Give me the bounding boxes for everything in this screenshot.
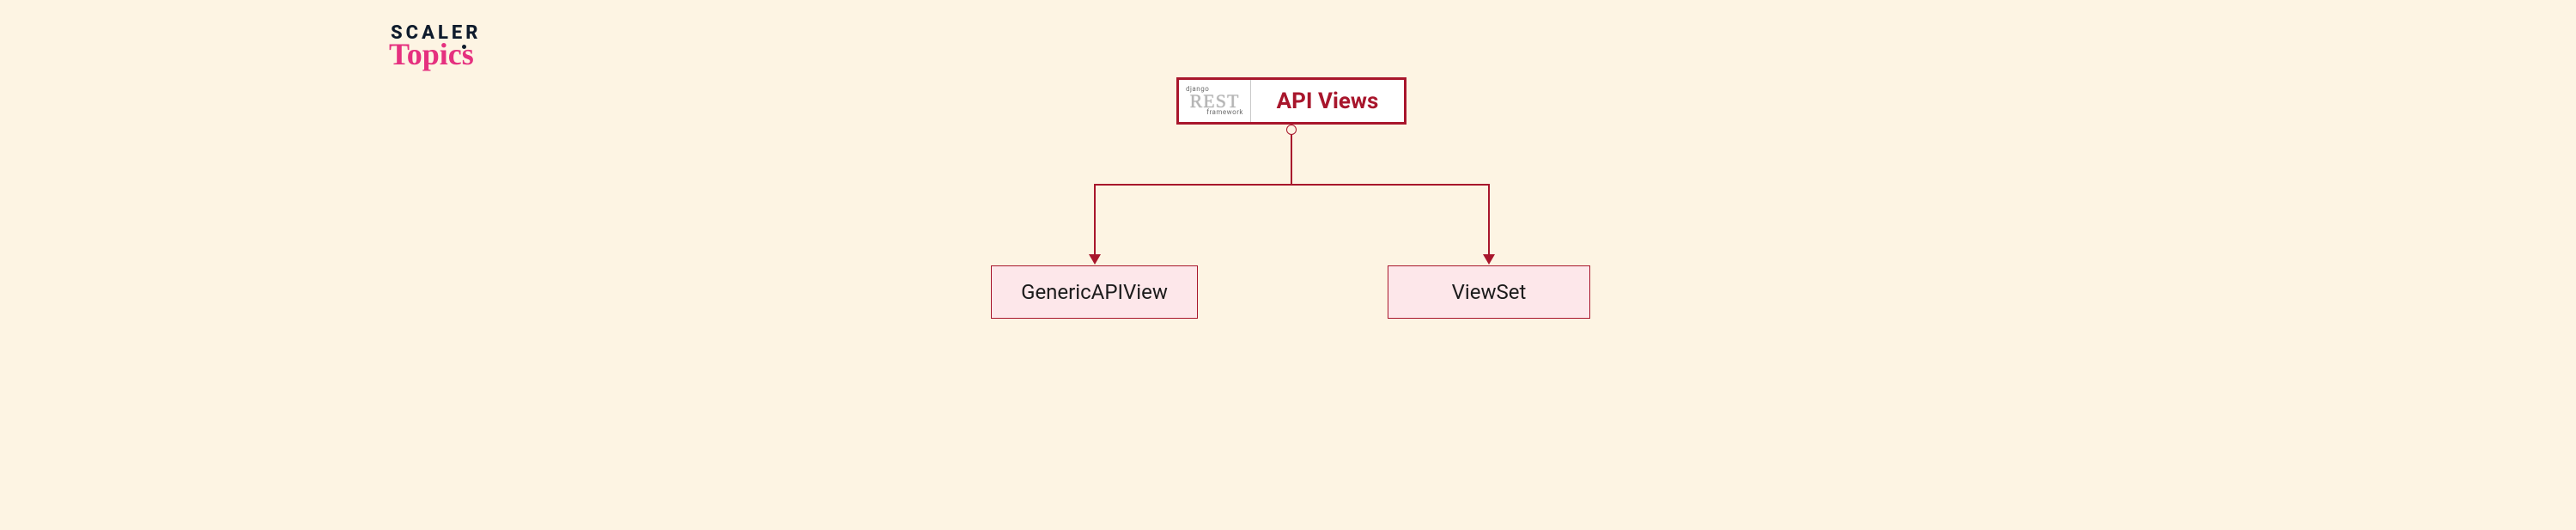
badge-bottom-text: framework [1206, 109, 1243, 116]
connector-vertical-right [1488, 184, 1490, 256]
child-label-left: GenericAPIView [1021, 280, 1168, 304]
drf-badge: django REST framework [1179, 80, 1251, 122]
connector-hbar [1094, 184, 1489, 186]
child-node-genericapiview: GenericAPIView [991, 265, 1198, 319]
connector-joint-icon [1286, 125, 1297, 135]
brand-dot-icon [462, 45, 466, 49]
root-node-title: API Views [1251, 80, 1404, 122]
root-node-api-views: django REST framework API Views [1176, 77, 1406, 125]
brand-subtitle: Topics [389, 41, 481, 68]
hierarchy-diagram: django REST framework API Views GenericA… [991, 77, 1609, 352]
brand-logo: SCALER Topics [391, 24, 481, 68]
arrowhead-left-icon [1089, 254, 1101, 265]
child-node-viewset: ViewSet [1388, 265, 1590, 319]
connector-vertical-left [1094, 184, 1096, 256]
connector-stem [1291, 135, 1292, 184]
arrowhead-right-icon [1483, 254, 1495, 265]
child-label-right: ViewSet [1452, 280, 1527, 304]
badge-mid-text: REST [1190, 93, 1240, 110]
